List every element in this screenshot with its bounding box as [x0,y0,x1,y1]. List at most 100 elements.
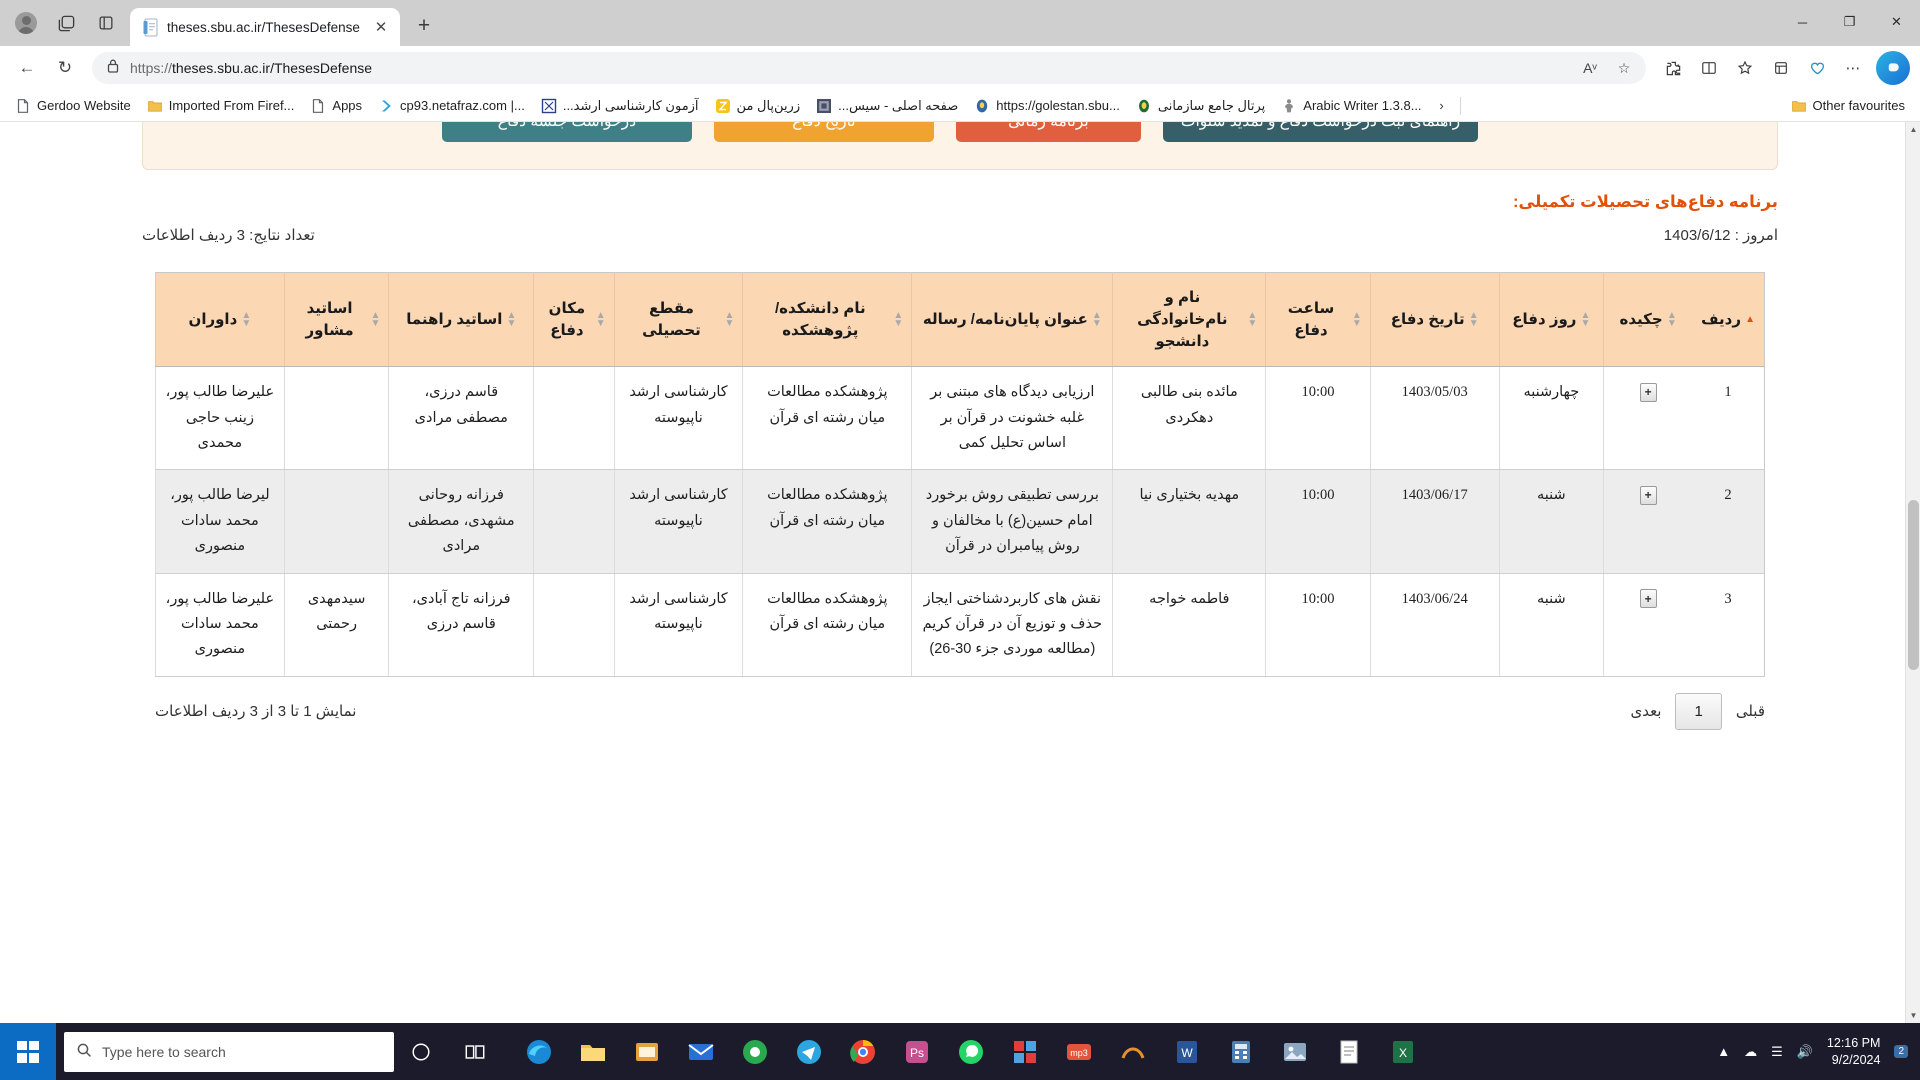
photoshop-icon[interactable]: Ps [890,1023,944,1080]
close-window-button[interactable]: ✕ [1873,0,1920,44]
column-header-advisors[interactable]: ▲ ▼ اساتید مشاور [283,272,389,368]
sort-icon-ascending[interactable]: ▲ [1745,315,1755,324]
column-header-abstract[interactable]: ▲ ▼ چکیده [1603,272,1693,368]
mail-icon[interactable] [674,1023,728,1080]
clock[interactable]: 12:16 PM 9/2/2024 [1827,1035,1881,1068]
mp3-icon[interactable]: mp3 [1052,1023,1106,1080]
read-aloud-icon[interactable]: Aᵛ [1576,54,1604,82]
sort-icon[interactable]: ▲ ▼ [1469,311,1479,328]
expand-abstract-icon[interactable]: + [1639,485,1657,505]
curve-icon[interactable] [1106,1023,1160,1080]
pagination-next[interactable]: بعدی [1630,702,1661,720]
collections-icon[interactable] [1764,51,1798,85]
sort-icon[interactable]: ▲ ▼ [1581,311,1591,328]
sort-icon[interactable]: ▲ ▼ [1092,311,1102,328]
task-view-button[interactable] [448,1023,502,1080]
pagination-previous[interactable]: قبلی [1736,702,1765,720]
extensions-icon[interactable] [1656,51,1690,85]
scroll-up-icon[interactable]: ▲ [1906,122,1920,137]
vertical-tabs-icon[interactable] [86,3,126,43]
chrome-canary-icon[interactable] [728,1023,782,1080]
column-header-time[interactable]: ▲ ▼ ساعت دفاع [1265,272,1371,368]
sort-icon[interactable]: ▲ ▼ [1247,311,1257,328]
show-hidden-icons-chevron-up-icon[interactable]: ▲ [1717,1044,1730,1059]
new-tab-button[interactable]: + [408,10,440,42]
gallery-icon[interactable] [1268,1023,1322,1080]
defense-session-request-button[interactable]: درخواست جلسه دفاع [441,122,692,142]
column-header-student[interactable]: ▲ ▼ نام و نام‌خانوادگی دانشجو [1112,272,1266,368]
bookmarks-overflow-chevron-right-icon[interactable]: › [1431,94,1453,118]
reload-button[interactable]: ↻ [48,51,82,85]
profile-avatar-button[interactable] [6,3,46,43]
excel-icon[interactable]: X [1376,1023,1430,1080]
pagination-page-1[interactable]: 1 [1675,692,1722,730]
bookmark-cp93-netafraz[interactable]: cp93.netafraz.com |... [371,95,532,117]
grid-icon[interactable] [998,1023,1052,1080]
word-icon[interactable]: W [1160,1023,1214,1080]
chrome-icon[interactable] [836,1023,890,1080]
bookmark-arabic-writer[interactable]: Arabic Writer 1.3.8... [1274,95,1428,117]
guide-defense-request-button[interactable]: راهنمای ثبت درخواست دفاع و تمدید سنوات [1162,122,1479,142]
column-header-faculty[interactable]: ▲ ▼ نام دانشکده/ پژوهشکده [742,272,912,368]
add-favourite-icon[interactable]: ☆ [1610,54,1638,82]
bookmark-gerdoo-website[interactable]: Gerdoo Website [8,95,138,117]
scrollbar-thumb[interactable] [1908,500,1919,671]
schedule-button[interactable]: برنامه زمانی [955,122,1141,142]
calculator-icon[interactable] [1214,1023,1268,1080]
file-explorer-icon[interactable] [566,1023,620,1080]
back-button[interactable]: ← [10,51,44,85]
sort-icon[interactable]: ▲ ▼ [506,311,516,328]
edge-icon[interactable] [512,1023,566,1080]
column-header-referees[interactable]: ▲ ▼ داوران [155,272,285,368]
bookmark-zarinpal[interactable]: زرین‌پال من [708,95,808,117]
sort-icon[interactable]: ▲ ▼ [241,311,251,328]
start-button[interactable] [0,1023,56,1080]
tab-actions-icon[interactable] [46,3,86,43]
bookmark-apps[interactable]: Apps [303,95,369,117]
column-header-place[interactable]: ▲ ▼ مکان دفاع [533,272,615,368]
bookmark-portal-jame-sazemani[interactable]: پرتال جامع سازمانی [1129,95,1272,117]
whatsapp-icon[interactable] [944,1023,998,1080]
address-bar[interactable]: https://theses.sbu.ac.ir/ThesesDefense A… [92,52,1646,84]
copilot-icon[interactable] [1876,51,1910,85]
sort-icon[interactable]: ▲ ▼ [370,311,380,328]
column-header-date[interactable]: ▲ ▼ تاریخ دفاع [1369,272,1500,368]
onedrive-icon[interactable]: ☁ [1744,1044,1757,1060]
vertical-scrollbar[interactable]: ▲ ▼ [1905,122,1920,1023]
telegram-icon[interactable] [782,1023,836,1080]
bookmark-azmoon-karshenasi-arshad[interactable]: آزمون کارشناسی ارشد... [534,95,706,117]
maximize-button[interactable]: ❐ [1826,0,1873,44]
expand-abstract-icon[interactable]: + [1639,382,1657,402]
defense-date-button[interactable]: تاریخ دفاع [713,122,934,142]
favourites-icon[interactable] [1728,51,1762,85]
column-header-degree[interactable]: ▲ ▼ مقطع تحصیلی [613,272,743,368]
cortana-button[interactable] [394,1023,448,1080]
browser-essentials-icon[interactable] [1800,51,1834,85]
expand-abstract-icon[interactable]: + [1639,589,1657,608]
settings-and-more-icon[interactable]: ⋯ [1836,51,1870,85]
column-header-row[interactable]: ▲ ردیف [1692,272,1765,368]
column-header-thesis-title[interactable]: ▲ ▼ عنوان پایان‌نامه/ رساله [911,272,1113,368]
volume-icon[interactable]: 🔊 [1797,1044,1813,1060]
taskbar-search-box[interactable]: Type here to search [64,1031,394,1072]
sort-icon[interactable]: ▲ ▼ [724,311,734,328]
column-header-day[interactable]: ▲ ▼ روز دفاع [1498,272,1604,368]
sort-icon[interactable]: ▲ ▼ [893,311,903,328]
bookmark-other-favourites[interactable]: Other favourites [1784,95,1913,117]
store-icon[interactable] [620,1023,674,1080]
close-tab-icon[interactable]: ✕ [370,16,392,38]
sort-icon[interactable]: ▲ ▼ [1352,311,1362,328]
sort-icon[interactable]: ▲ ▼ [1667,311,1677,328]
bookmark-safhe-asli-sis[interactable]: صفحه اصلی - سیس... [809,95,965,117]
sort-icon[interactable]: ▲ ▼ [596,311,606,328]
notepad-icon[interactable] [1322,1023,1376,1080]
bookmark-golestan-sbu[interactable]: https://golestan.sbu... [967,95,1127,117]
bookmark-imported-from-firefox[interactable]: Imported From Firef... [140,95,302,117]
scroll-down-icon[interactable]: ▼ [1906,1008,1920,1023]
notification-badge[interactable]: 2 [1894,1045,1908,1058]
minimize-button[interactable]: ─ [1779,0,1826,44]
split-screen-icon[interactable] [1692,51,1726,85]
network-icon[interactable]: ☰ [1771,1044,1783,1060]
column-header-supervisors[interactable]: ▲ ▼ اساتید راهنما [388,272,534,368]
browser-tab[interactable]: theses.sbu.ac.ir/ThesesDefense ✕ [130,8,400,46]
